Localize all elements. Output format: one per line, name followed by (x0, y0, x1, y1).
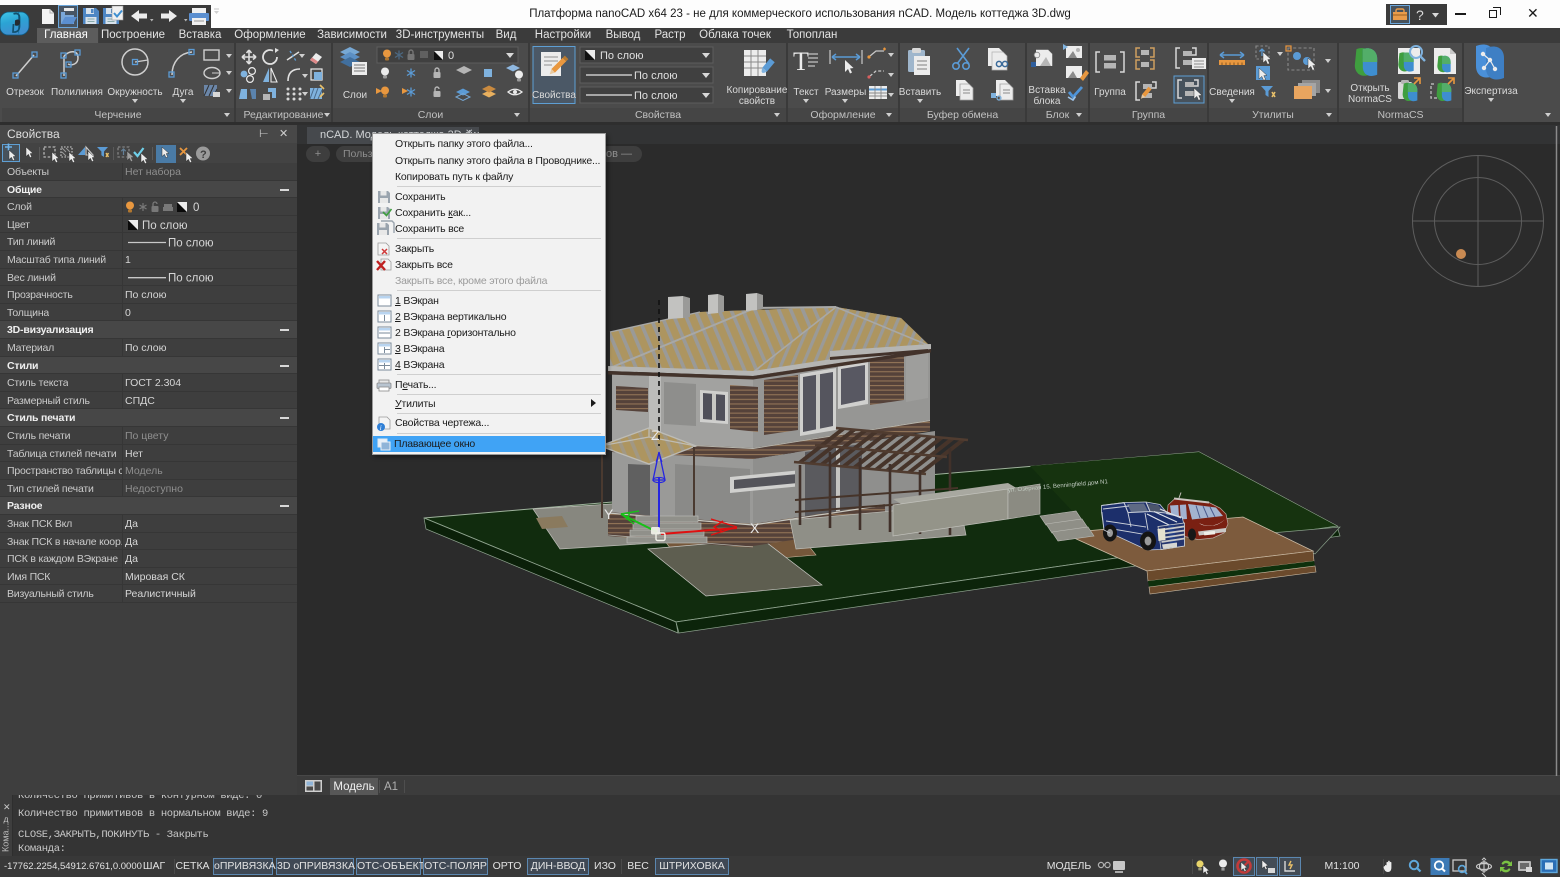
svg-text:Z: Z (651, 427, 660, 443)
svg-text:?: ? (200, 149, 207, 161)
svg-text:?: ? (1416, 7, 1424, 23)
svg-text:T: T (793, 47, 809, 76)
svg-text:По слою: По слою (634, 70, 678, 82)
svg-text:Y: Y (604, 506, 614, 522)
svg-text:X: X (750, 520, 760, 536)
svg-text:i: i (380, 424, 382, 432)
svg-text:По слою: По слою (634, 90, 678, 102)
svg-text:По слою: По слою (600, 50, 644, 62)
svg-text:0: 0 (448, 50, 454, 62)
